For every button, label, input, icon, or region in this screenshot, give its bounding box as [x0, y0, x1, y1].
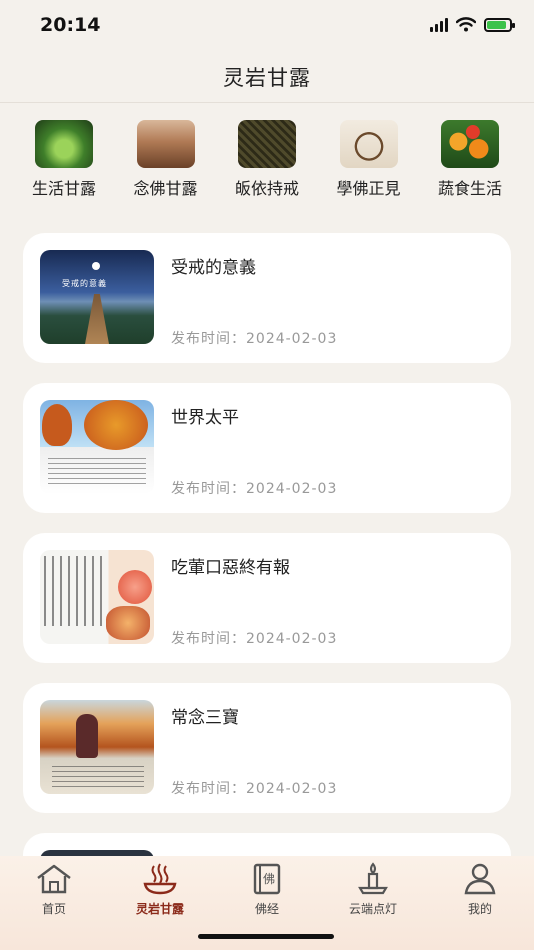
tree-shape: [84, 400, 148, 450]
article-date: 发布时间：2024-02-03: [171, 478, 337, 498]
category-label: 學佛正見: [336, 179, 401, 198]
category-right-view[interactable]: 學佛正見: [327, 120, 411, 199]
article-title: 吃葷口惡終有報: [171, 558, 290, 578]
tab-cloud-lamp[interactable]: 云端点灯: [328, 862, 418, 917]
tab-label: 首页: [41, 902, 66, 916]
user-icon: [464, 863, 496, 895]
category-vegetarian[interactable]: 蔬食生活: [428, 120, 512, 199]
tab-label: 灵岩甘露: [135, 902, 184, 916]
article-card[interactable]: 吃葷口惡終有報 发布时间：2024-02-03: [23, 533, 511, 663]
category-label: 念佛甘露: [133, 179, 198, 198]
date-value: 2024-02-03: [246, 781, 338, 797]
tab-me[interactable]: 我的: [435, 862, 525, 917]
date-label: 发布时间：: [171, 781, 246, 797]
page-title: 灵岩甘露: [223, 66, 311, 90]
tab-sutra[interactable]: 佛 佛经: [222, 862, 312, 917]
battery-level: [487, 20, 506, 29]
tab-label: 云端点灯: [348, 902, 397, 916]
fruits-photo: [441, 120, 499, 168]
date-value: 2024-02-03: [246, 331, 338, 347]
category-label: 生活甘露: [31, 179, 96, 198]
text-columns-decoration: [44, 556, 106, 626]
thumbnail-caption: 受戒的意義: [62, 279, 107, 288]
tab-label: 佛经: [254, 902, 279, 916]
article-thumbnail: 受戒的意義: [40, 250, 154, 344]
altar-photo: [136, 120, 195, 168]
prayer-beads-photo: [339, 120, 398, 168]
article-title: 常念三寶: [171, 708, 239, 728]
tab-home[interactable]: 首页: [9, 862, 99, 917]
date-value: 2024-02-03: [246, 631, 338, 647]
article-card[interactable]: 常念三寶 发布时间：2024-02-03: [23, 683, 511, 813]
svg-text:佛: 佛: [263, 872, 275, 886]
status-bar: 20:14: [0, 0, 534, 52]
text-lines-decoration: [52, 766, 144, 790]
article-date: 发布时间：2024-02-03: [171, 778, 337, 798]
category-label: 皈依持戒: [234, 179, 299, 198]
header-divider: [0, 102, 534, 103]
pier-shape: [85, 294, 109, 344]
home-indicator: [198, 934, 334, 939]
text-lines-decoration: [48, 458, 146, 488]
article-date: 发布时间：2024-02-03: [171, 328, 337, 348]
article-thumbnail: [40, 550, 154, 644]
figure-shape: [76, 714, 98, 758]
category-nianfo[interactable]: 念佛甘露: [124, 120, 208, 199]
status-icons: [430, 17, 515, 32]
tree-shape: [42, 404, 72, 446]
article-date: 发布时间：2024-02-03: [171, 628, 337, 648]
article-card[interactable]: 世界太平 发布时间：2024-02-03: [23, 383, 511, 513]
battery-icon: [484, 17, 515, 32]
article-title: 世界太平: [171, 408, 239, 428]
article-card[interactable]: 受戒的意義 受戒的意義 发布时间：2024-02-03: [23, 233, 511, 363]
category-row: 生活甘露 念佛甘露 皈依持戒 學佛正見 蔬食生活: [0, 120, 534, 199]
moon-shape: [92, 262, 100, 270]
date-value: 2024-02-03: [246, 481, 338, 497]
home-icon: [37, 864, 71, 894]
article-list: 受戒的意義 受戒的意義 发布时间：2024-02-03 世界太平 发布时间：20…: [23, 233, 511, 913]
wifi-icon: [456, 17, 476, 32]
tab-lingyan[interactable]: 灵岩甘露: [115, 862, 205, 917]
sprout-photo: [35, 120, 93, 168]
article-thumbnail: [40, 700, 154, 794]
fruit-shape: [118, 570, 152, 604]
sutra-book-icon: 佛: [253, 863, 281, 895]
cellular-signal-icon: [430, 17, 448, 32]
category-label: 蔬食生活: [437, 179, 502, 198]
category-life[interactable]: 生活甘露: [22, 120, 106, 199]
candle-icon: [358, 862, 388, 895]
cloth-photo: [238, 120, 296, 168]
date-label: 发布时间：: [171, 481, 246, 497]
article-title: 受戒的意義: [171, 258, 256, 278]
tab-label: 我的: [467, 902, 492, 916]
date-label: 发布时间：: [171, 331, 246, 347]
fruit-shape: [106, 606, 150, 640]
category-precepts[interactable]: 皈依持戒: [225, 120, 309, 199]
status-time: 20:14: [40, 14, 101, 36]
article-thumbnail: [40, 400, 154, 494]
incense-bowl-icon: [143, 863, 177, 895]
date-label: 发布时间：: [171, 631, 246, 647]
